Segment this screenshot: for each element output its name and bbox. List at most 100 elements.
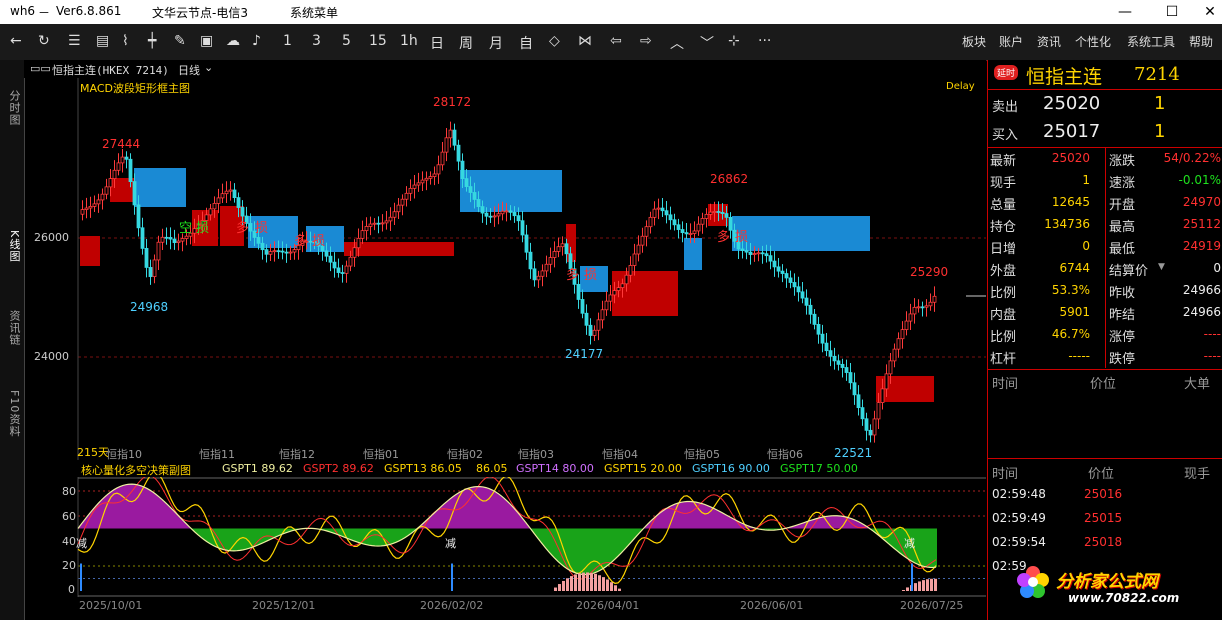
candlestick-chart[interactable] xyxy=(24,78,986,460)
sub-chart[interactable]: 80 60 40 20 0 减 减 减 xyxy=(24,477,986,597)
candle-body xyxy=(232,189,237,199)
candle-body xyxy=(912,306,917,315)
menu-account[interactable]: 账户 xyxy=(999,33,1023,50)
arrow-up-icon[interactable]: ︿ xyxy=(670,33,684,53)
period-select[interactable]: 日线 xyxy=(178,62,200,78)
candle-body xyxy=(500,210,505,215)
candle-body xyxy=(144,247,149,268)
period-1[interactable]: 1 xyxy=(283,33,292,49)
candle-body xyxy=(836,360,841,365)
ask-volume: 1 xyxy=(1154,93,1166,114)
main-indicator-name[interactable]: MACD波段矩形框主图 xyxy=(80,80,190,96)
bell-icon[interactable]: ♪ xyxy=(252,33,261,49)
tab-news-chain[interactable]: 资讯链 xyxy=(2,310,22,370)
quote-panel: 延时 恒指主连 7214 卖出 25020 1 买入 25017 1 最新 25… xyxy=(987,60,1222,620)
candle-body xyxy=(292,249,297,253)
candle-body xyxy=(224,190,229,195)
menu-news[interactable]: 资讯 xyxy=(1037,33,1061,50)
period-month[interactable]: 月 xyxy=(489,33,503,53)
tick-col-time: 时间 xyxy=(992,467,1019,482)
days-count: 215天 xyxy=(77,446,109,459)
period-3[interactable]: 3 xyxy=(312,33,321,49)
signal-bar xyxy=(610,582,613,591)
period-5[interactable]: 5 xyxy=(342,33,351,49)
candle-body xyxy=(332,261,337,269)
signal-stop: 损 xyxy=(584,268,598,283)
period-custom[interactable]: 自 xyxy=(519,33,533,53)
table-icon[interactable]: ▤ xyxy=(96,33,109,49)
menu-personalize[interactable]: 个性化 xyxy=(1075,33,1111,50)
gspt-value: GSPT15 20.00 xyxy=(604,462,682,475)
candle-body xyxy=(644,226,649,237)
quote-label: 持仓 xyxy=(990,220,1017,235)
crosshair-icon[interactable]: ⊹ xyxy=(728,33,740,49)
period-1h[interactable]: 1h xyxy=(400,33,418,49)
zoom-out-icon[interactable]: ⋈ xyxy=(578,33,592,49)
cloud-icon[interactable]: ☁ xyxy=(226,33,240,49)
candle-body xyxy=(532,268,537,281)
close-icon[interactable]: ✕ xyxy=(1190,0,1222,24)
oscillator-chart[interactable] xyxy=(24,477,986,597)
list-icon[interactable]: ☰ xyxy=(68,33,81,49)
candle-body xyxy=(600,309,605,321)
signal-bar xyxy=(930,578,933,591)
settle-dropdown[interactable]: 结算价 xyxy=(1109,260,1148,279)
candle-body xyxy=(780,270,785,274)
tick-price: 25016 xyxy=(1084,487,1123,501)
sub-indicator-name[interactable]: 核心量化多空决策副图 xyxy=(81,462,191,478)
tick-col-volume: 现手 xyxy=(1184,467,1211,482)
refresh-icon[interactable]: ↻ xyxy=(38,33,50,49)
menu-system-tools[interactable]: 系统工具 xyxy=(1127,33,1175,50)
menu-help[interactable]: 帮助 xyxy=(1189,33,1213,50)
quote-value: 25020 xyxy=(1051,151,1090,165)
period-week[interactable]: 周 xyxy=(459,33,473,53)
signal-long: 多 xyxy=(717,230,731,245)
gspt-value: GSPT14 80.00 xyxy=(516,462,594,475)
candle-body xyxy=(400,198,405,206)
candle-body xyxy=(140,227,145,249)
system-menu[interactable]: 系统菜单 xyxy=(290,4,338,21)
chevron-down-icon[interactable]: ⌄ xyxy=(204,61,213,74)
candle-body xyxy=(520,220,525,236)
candle-icon[interactable]: ┿ xyxy=(148,33,156,49)
candle-body xyxy=(152,259,157,277)
candle-body xyxy=(472,192,477,200)
layout-icon[interactable]: ▭▭ xyxy=(30,62,51,75)
symbol-name[interactable]: 恒指主连(HKEX 7214) xyxy=(52,62,169,78)
candle-body xyxy=(720,212,725,214)
contract-label: 恒指11 xyxy=(199,448,235,461)
arrow-left-icon[interactable]: ⇦ xyxy=(610,33,622,49)
menu-sector[interactable]: 板块 xyxy=(962,33,986,50)
more-icon[interactable]: ··· xyxy=(758,33,771,49)
line-chart-icon[interactable]: ⌇ xyxy=(122,33,129,49)
candle-body xyxy=(596,319,601,331)
main-chart[interactable]: MACD波段矩形框主图 Delay 26000 24000 215天 恒指10 … xyxy=(24,78,986,461)
maximize-icon[interactable]: ☐ xyxy=(1152,0,1192,24)
candle-body xyxy=(180,238,185,242)
instrument-name: 恒指主连 xyxy=(1026,66,1103,88)
sub-chart-header: 核心量化多空决策副图 GSPT1 89.62 GSPT2 89.62 GSPT1… xyxy=(78,461,986,477)
back-icon[interactable]: ← xyxy=(10,33,22,49)
candle-body xyxy=(324,250,329,257)
tick-time: 02:59:49 xyxy=(992,511,1046,525)
arrow-down-icon[interactable]: ﹀ xyxy=(700,33,714,53)
period-day[interactable]: 日 xyxy=(430,33,444,53)
candle-body xyxy=(752,253,757,255)
tab-kline[interactable]: K线图 xyxy=(2,230,22,280)
screen-icon[interactable]: ▣ xyxy=(200,33,213,49)
quote-value: ----- xyxy=(1068,349,1090,363)
candle-body xyxy=(864,418,869,431)
tab-timeshare[interactable]: 分时图 xyxy=(2,90,22,150)
x-tick: 2025/12/01 xyxy=(252,599,316,612)
candle-body xyxy=(820,333,825,344)
zoom-in-icon[interactable]: ◇ xyxy=(549,33,560,49)
minimize-icon[interactable]: — xyxy=(1105,0,1145,24)
draw-icon[interactable]: ✎ xyxy=(174,33,186,49)
arrow-right-icon[interactable]: ⇨ xyxy=(640,33,652,49)
candle-body xyxy=(684,232,689,235)
period-15[interactable]: 15 xyxy=(369,33,387,49)
candle-body xyxy=(408,187,413,194)
tab-f10[interactable]: F10资料 xyxy=(2,390,22,460)
candle-body xyxy=(688,233,693,235)
candle-body xyxy=(748,251,753,255)
